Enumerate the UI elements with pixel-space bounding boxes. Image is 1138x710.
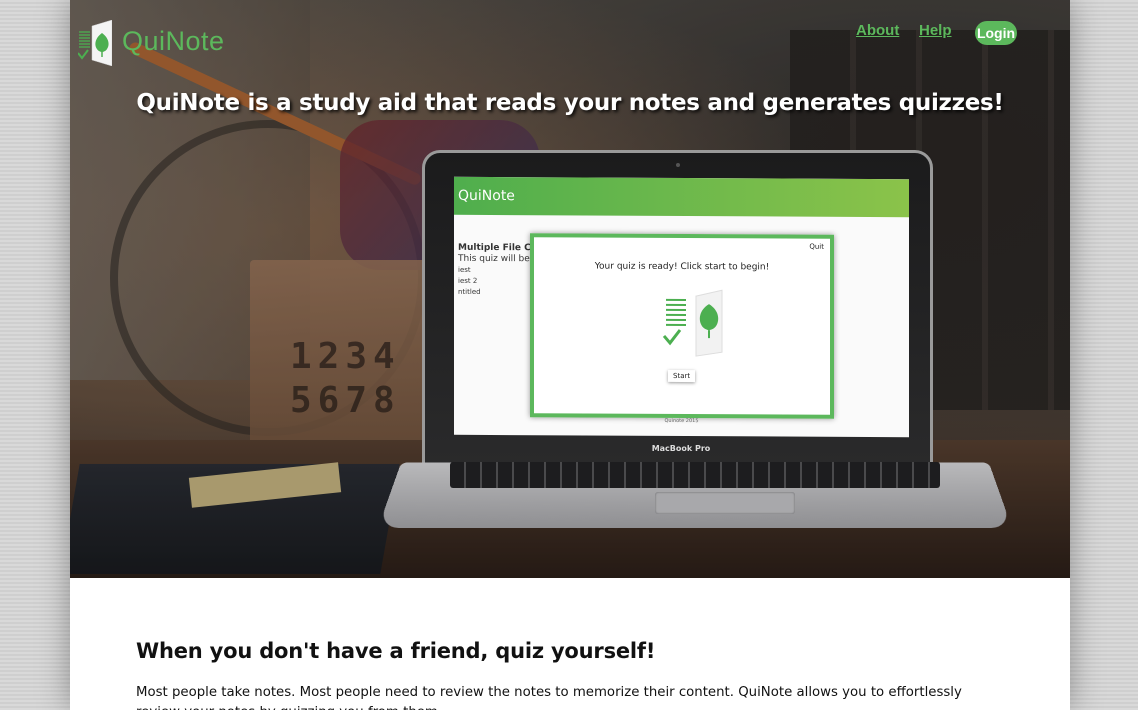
- nav-help-link[interactable]: Help: [919, 22, 952, 39]
- login-button[interactable]: Login: [975, 21, 1017, 45]
- screen-app-title: QuiNote: [458, 187, 515, 205]
- laptop-keyboard: [450, 462, 940, 488]
- screen-background-text: Multiple File C This quiz will be iest i…: [458, 243, 531, 298]
- section-body: Most people take notes. Most people need…: [136, 685, 962, 710]
- hero-banner: 1234 5678 QuiNote Multiple File C This q…: [70, 0, 1070, 578]
- screen-text-line: ntitled: [458, 287, 481, 296]
- logo-text[interactable]: QuiNote: [122, 26, 225, 57]
- screen-text-line: This quiz will be: [458, 253, 530, 265]
- screen-text-line: iest 2: [458, 276, 478, 285]
- laptop-trackpad: [655, 492, 795, 514]
- laptop-camera: [676, 163, 680, 167]
- laptop-screen: QuiNote Multiple File C This quiz will b…: [454, 176, 909, 438]
- modal-message: Your quiz is ready! Click start to begin…: [594, 261, 770, 273]
- screen-footer: Quinote 2015: [664, 417, 699, 425]
- modal-start-button: Start: [668, 369, 696, 383]
- section-title: When you don't have a friend, quiz yours…: [136, 639, 656, 663]
- laptop-brand-label: MacBook Pro: [651, 444, 711, 453]
- nav-about-link[interactable]: About: [856, 22, 899, 39]
- screen-text-line: Multiple File C: [458, 242, 531, 254]
- quiz-ready-modal: Quit Your quiz is ready! Click start to …: [530, 233, 834, 419]
- screen-text-line: iest: [458, 265, 471, 274]
- modal-quit-link: Quit: [809, 242, 824, 251]
- quinote-logo-icon[interactable]: [78, 20, 112, 66]
- screen-app-bar: QuiNote: [454, 176, 909, 218]
- page: 1234 5678 QuiNote Multiple File C This q…: [70, 0, 1070, 710]
- quinote-logo-icon: [662, 289, 723, 357]
- hero-headline: QuiNote is a study aid that reads your n…: [136, 90, 1004, 116]
